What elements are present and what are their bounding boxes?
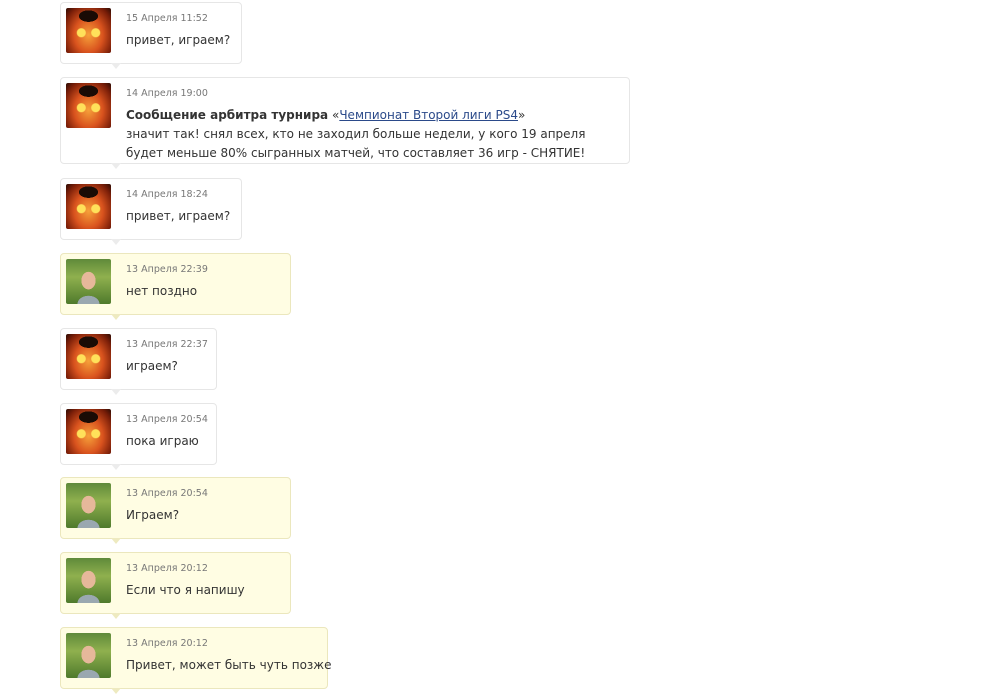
message-thread: 15 Апреля 11:52 привет, играем? 14 Апрел… bbox=[0, 0, 1000, 700]
message-date: 14 Апреля 18:24 bbox=[126, 189, 208, 200]
message-date: 13 Апреля 22:39 bbox=[126, 264, 208, 275]
message-date: 13 Апреля 20:54 bbox=[126, 488, 208, 499]
message-item: 15 Апреля 11:52 привет, играем? bbox=[60, 2, 242, 69]
message-text: играем? bbox=[126, 359, 178, 373]
message-item: 13 Апреля 22:39 нет поздно bbox=[60, 253, 291, 320]
message-text: пока играю bbox=[126, 434, 199, 448]
tournament-link[interactable]: Чемпионат Второй лиги PS4 bbox=[339, 108, 518, 122]
message-text: привет, играем? bbox=[126, 33, 231, 47]
cat-avatar-icon[interactable] bbox=[66, 83, 111, 128]
cat-avatar-icon[interactable] bbox=[66, 409, 111, 454]
message-text: нет поздно bbox=[126, 284, 198, 298]
man-avatar-icon[interactable] bbox=[66, 259, 111, 304]
message-item: 13 Апреля 20:12 Если что я напишу bbox=[60, 552, 291, 619]
message-text: Если что я напишу bbox=[126, 583, 245, 597]
message-text: будет меньше 80% сыгранных матчей, что с… bbox=[126, 146, 586, 160]
arbiter-title: Сообщение арбитра турнира bbox=[126, 108, 329, 122]
message-date: 15 Апреля 11:52 bbox=[126, 13, 208, 24]
quote-close: » bbox=[518, 108, 526, 122]
cat-avatar-icon[interactable] bbox=[66, 334, 111, 379]
message-date: 14 Апреля 19:00 bbox=[126, 88, 208, 99]
man-avatar-icon[interactable] bbox=[66, 558, 111, 603]
message-date: 13 Апреля 20:12 bbox=[126, 638, 208, 649]
message-item: 13 Апреля 22:37 играем? bbox=[60, 328, 217, 395]
message-date: 13 Апреля 22:37 bbox=[126, 339, 208, 350]
message-text: Играем? bbox=[126, 508, 180, 522]
message-item: 13 Апреля 20:12 Привет, может быть чуть … bbox=[60, 627, 332, 694]
cat-avatar-icon[interactable] bbox=[66, 184, 111, 229]
message-text: значит так! снял всех, кто не заходил бо… bbox=[126, 127, 586, 141]
man-avatar-icon[interactable] bbox=[66, 633, 111, 678]
message-item-arbiter: 14 Апреля 19:00 Сообщение арбитра турнир… bbox=[60, 77, 630, 169]
message-item: 13 Апреля 20:54 пока играю bbox=[60, 403, 217, 470]
message-text: привет, играем? bbox=[126, 209, 231, 223]
message-date: 13 Апреля 20:54 bbox=[126, 414, 208, 425]
arbiter-header: Сообщение арбитра турнира «Чемпионат Вто… bbox=[126, 106, 585, 125]
message-item: 14 Апреля 18:24 привет, играем? bbox=[60, 178, 242, 245]
message-text: Привет, может быть чуть позже bbox=[126, 658, 332, 672]
message-item: 13 Апреля 20:54 Играем? bbox=[60, 477, 291, 544]
cat-avatar-icon[interactable] bbox=[66, 8, 111, 53]
man-avatar-icon[interactable] bbox=[66, 483, 111, 528]
message-date: 13 Апреля 20:12 bbox=[126, 563, 208, 574]
